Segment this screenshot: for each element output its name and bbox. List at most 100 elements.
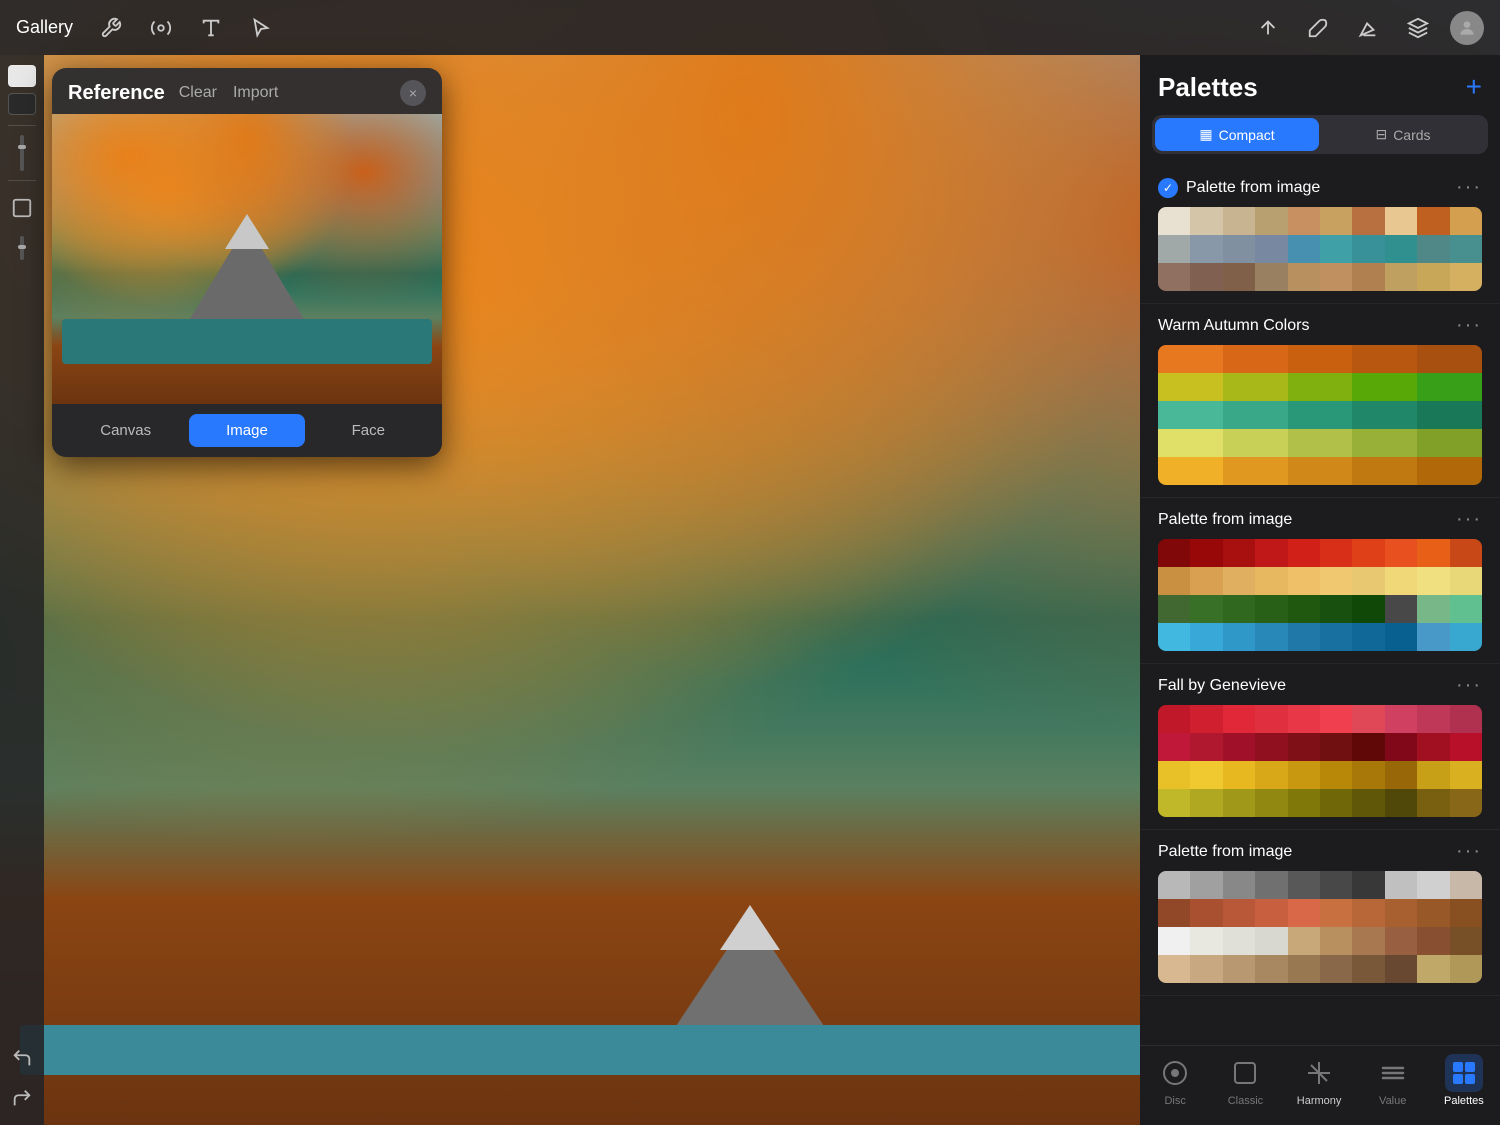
color-cell[interactable]	[1288, 539, 1320, 567]
user-avatar[interactable]	[1450, 11, 1484, 45]
color-cell[interactable]	[1223, 899, 1255, 927]
color-cell[interactable]	[1417, 789, 1449, 817]
undo-button[interactable]	[5, 1041, 39, 1075]
color-cell[interactable]	[1190, 733, 1222, 761]
color-cell[interactable]	[1223, 457, 1288, 485]
color-cell[interactable]	[1158, 705, 1190, 733]
color-cell[interactable]	[1417, 871, 1449, 899]
lettering-icon[interactable]	[193, 10, 229, 46]
color-cell[interactable]	[1450, 761, 1482, 789]
color-cell[interactable]	[1288, 345, 1353, 373]
palette-1-more-button[interactable]: ···	[1456, 176, 1482, 199]
color-cell[interactable]	[1385, 733, 1417, 761]
color-cell[interactable]	[1385, 927, 1417, 955]
color-cell[interactable]	[1190, 539, 1222, 567]
color-cell[interactable]	[1385, 263, 1417, 291]
color-cell[interactable]	[1158, 567, 1190, 595]
color-cell[interactable]	[1288, 789, 1320, 817]
color-cell[interactable]	[1255, 733, 1287, 761]
color-cell[interactable]	[1255, 705, 1287, 733]
color-cell[interactable]	[1223, 927, 1255, 955]
color-cell[interactable]	[1417, 927, 1449, 955]
color-cell[interactable]	[1223, 567, 1255, 595]
color-cell[interactable]	[1352, 235, 1384, 263]
color-cell[interactable]	[1190, 567, 1222, 595]
color-cell[interactable]	[1450, 595, 1482, 623]
color-cell[interactable]	[1417, 705, 1449, 733]
color-cell[interactable]	[1385, 539, 1417, 567]
color-cell[interactable]	[1190, 761, 1222, 789]
color-cell[interactable]	[1352, 567, 1384, 595]
color-cell[interactable]	[1320, 539, 1352, 567]
color-cell[interactable]	[1417, 457, 1482, 485]
color-cell[interactable]	[1352, 705, 1384, 733]
color-cell[interactable]	[1255, 955, 1287, 983]
color-cell[interactable]	[1288, 623, 1320, 651]
harmony-tab[interactable]: Harmony	[1281, 1054, 1358, 1107]
color-cell[interactable]	[1288, 899, 1320, 927]
color-cell[interactable]	[1417, 567, 1449, 595]
color-cell[interactable]	[1190, 927, 1222, 955]
eraser-icon[interactable]	[1350, 10, 1386, 46]
color-cell[interactable]	[1288, 871, 1320, 899]
palette-5-more-button[interactable]: ···	[1456, 840, 1482, 863]
color-cell[interactable]	[1417, 235, 1449, 263]
color-cell[interactable]	[1223, 539, 1255, 567]
color-cell[interactable]	[1417, 595, 1449, 623]
color-cell[interactable]	[1158, 429, 1223, 457]
color-cell[interactable]	[1158, 373, 1223, 401]
color-cell[interactable]	[1417, 429, 1482, 457]
color-cell[interactable]	[1190, 207, 1222, 235]
color-cell[interactable]	[1158, 345, 1223, 373]
color-cell[interactable]	[1288, 401, 1353, 429]
square-tool[interactable]	[5, 191, 39, 225]
color-cell[interactable]	[1417, 207, 1449, 235]
color-cell[interactable]	[1158, 235, 1190, 263]
color-cell[interactable]	[1417, 263, 1449, 291]
color-cell[interactable]	[1255, 539, 1287, 567]
color-cell[interactable]	[1417, 955, 1449, 983]
color-cell[interactable]	[1385, 789, 1417, 817]
color-cell[interactable]	[1288, 567, 1320, 595]
color-cell[interactable]	[1417, 899, 1449, 927]
brush-size-slider[interactable]	[5, 136, 39, 170]
reference-clear-button[interactable]: Clear	[179, 84, 217, 102]
smudge-icon[interactable]	[1300, 10, 1336, 46]
modify-icon[interactable]	[143, 10, 179, 46]
color-cell[interactable]	[1352, 789, 1384, 817]
layers-icon[interactable]	[1400, 10, 1436, 46]
color-cell[interactable]	[1385, 567, 1417, 595]
color-cell[interactable]	[1320, 235, 1352, 263]
color-cell[interactable]	[1255, 871, 1287, 899]
color-cell[interactable]	[1385, 705, 1417, 733]
disc-tab[interactable]: Disc	[1140, 1054, 1210, 1107]
color-cell[interactable]	[1255, 761, 1287, 789]
color-cell[interactable]	[1450, 539, 1482, 567]
color-cell[interactable]	[1255, 235, 1287, 263]
color-cell[interactable]	[1320, 789, 1352, 817]
color-cell[interactable]	[1352, 401, 1417, 429]
color-cell[interactable]	[1255, 595, 1287, 623]
color-cell[interactable]	[1223, 733, 1255, 761]
color-cell[interactable]	[1288, 955, 1320, 983]
color-cell[interactable]	[1223, 789, 1255, 817]
color-cell[interactable]	[1417, 401, 1482, 429]
foreground-color-swatch[interactable]	[8, 65, 36, 87]
color-cell[interactable]	[1223, 373, 1288, 401]
color-cell[interactable]	[1255, 789, 1287, 817]
color-cell[interactable]	[1417, 623, 1449, 651]
color-cell[interactable]	[1385, 955, 1417, 983]
color-cell[interactable]	[1158, 871, 1190, 899]
color-cell[interactable]	[1352, 899, 1384, 927]
color-cell[interactable]	[1385, 623, 1417, 651]
color-cell[interactable]	[1352, 457, 1417, 485]
color-cell[interactable]	[1223, 761, 1255, 789]
color-cell[interactable]	[1450, 955, 1482, 983]
color-cell[interactable]	[1320, 263, 1352, 291]
color-cell[interactable]	[1352, 871, 1384, 899]
color-cell[interactable]	[1450, 235, 1482, 263]
color-cell[interactable]	[1190, 705, 1222, 733]
color-cell[interactable]	[1190, 263, 1222, 291]
color-cell[interactable]	[1288, 927, 1320, 955]
color-cell[interactable]	[1320, 733, 1352, 761]
